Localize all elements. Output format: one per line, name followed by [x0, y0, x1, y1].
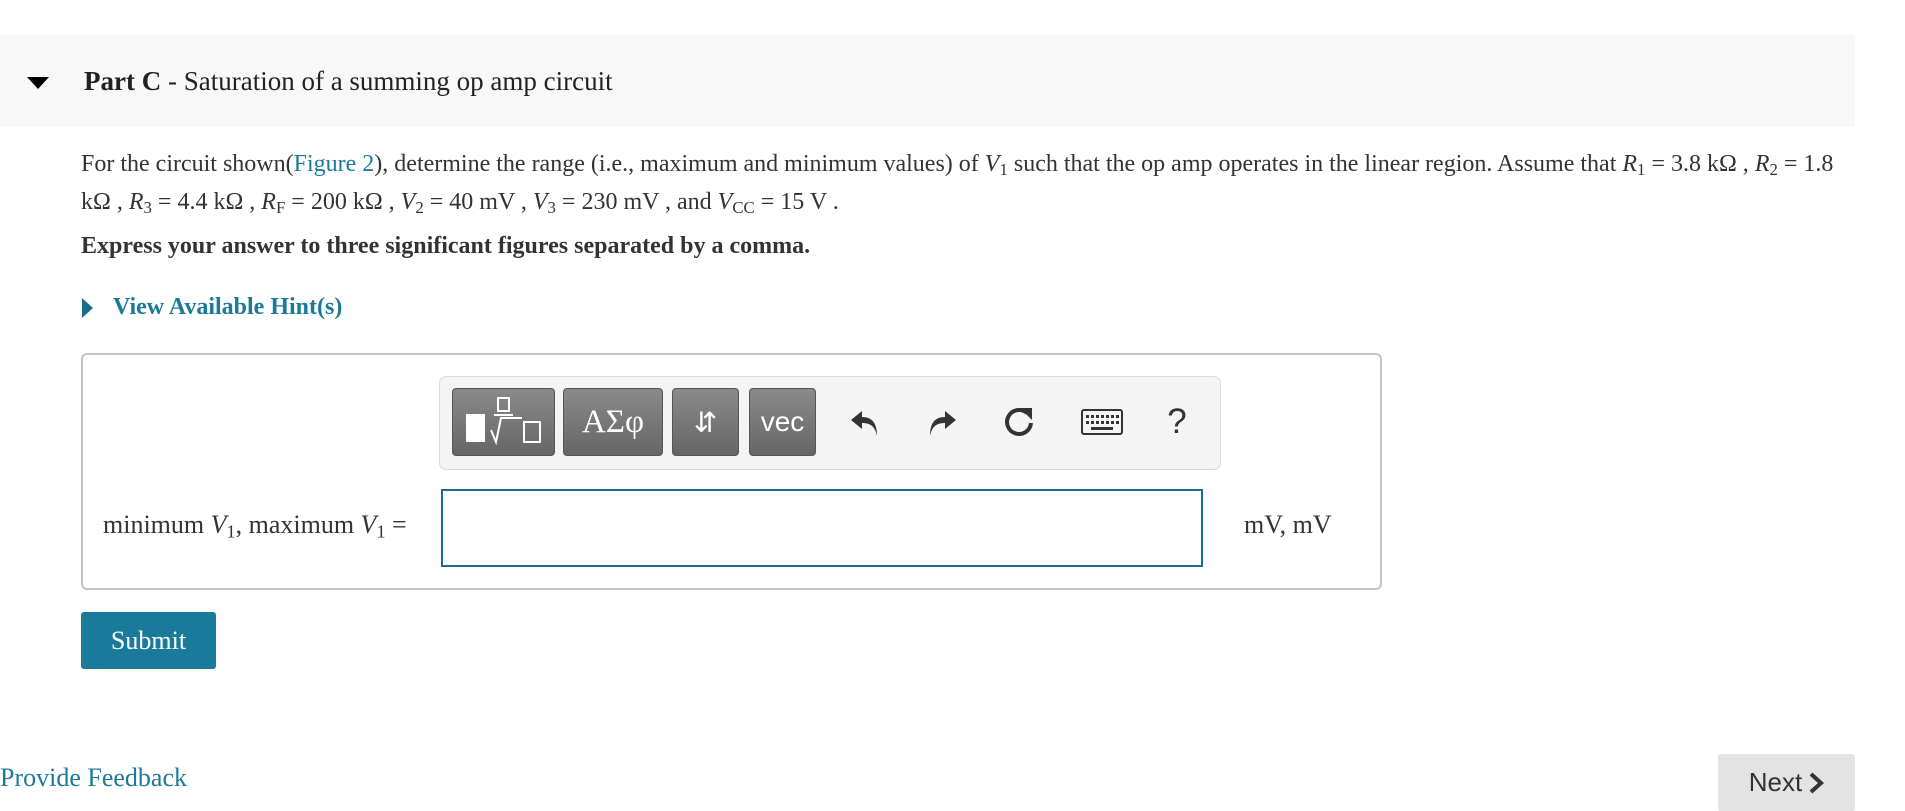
figure-2-link[interactable]: Figure 2: [294, 151, 375, 177]
answer-label: minimum V1, maximum V1 =: [103, 510, 407, 542]
arrows-button[interactable]: ⇵: [672, 388, 739, 456]
undo-icon[interactable]: [843, 400, 887, 444]
next-label: Next: [1748, 767, 1803, 797]
collapse-triangle-icon[interactable]: [27, 77, 49, 89]
answer-units: mV, mV: [1244, 510, 1332, 539]
templates-button[interactable]: [452, 388, 555, 456]
view-hints-link[interactable]: View Available Hint(s): [113, 294, 342, 321]
problem-statement: For the circuit shown(Figure 2), determi…: [81, 151, 1834, 218]
greek-symbols-button[interactable]: ΑΣφ: [563, 388, 663, 456]
expand-hint-triangle-icon[interactable]: [82, 298, 93, 318]
keyboard-icon[interactable]: [1078, 400, 1126, 444]
next-button[interactable]: Next: [1718, 754, 1855, 811]
provide-feedback-link[interactable]: Provide Feedback: [0, 763, 187, 793]
submit-button[interactable]: Submit: [81, 612, 216, 669]
part-title: Part C - Saturation of a summing op amp …: [84, 66, 613, 96]
reset-icon[interactable]: [997, 400, 1041, 444]
chevron-right-icon: [1809, 772, 1825, 793]
fraction-sqrt-templates-icon: [465, 397, 541, 446]
redo-icon[interactable]: [920, 400, 964, 444]
answer-input[interactable]: [441, 489, 1203, 567]
help-button[interactable]: ?: [1155, 400, 1199, 444]
vector-button[interactable]: vec: [749, 388, 816, 456]
answer-instruction: Express your answer to three significant…: [81, 233, 811, 259]
